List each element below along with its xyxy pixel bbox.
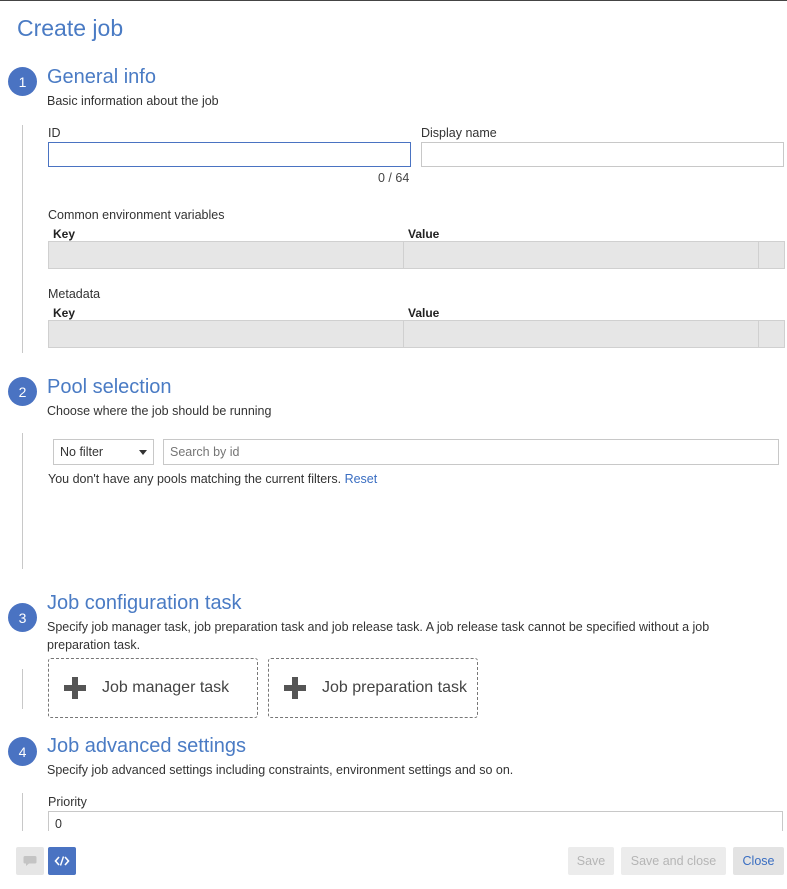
id-char-counter: 0 / 64 — [378, 171, 410, 185]
code-icon — [54, 856, 70, 866]
env-vars-table: Key Value — [48, 227, 785, 269]
save-and-close-button[interactable]: Save and close — [621, 847, 726, 875]
metadata-table: Key Value — [48, 306, 785, 348]
pool-filter-value: No filter — [60, 445, 104, 459]
metadata-value-header: Value — [408, 306, 440, 320]
add-job-preparation-task-button[interactable]: Job preparation task — [268, 658, 478, 718]
metadata-key-cell[interactable] — [49, 321, 404, 347]
step-3-description: Specify job manager task, job preparatio… — [47, 620, 710, 652]
env-vars-row — [48, 241, 785, 269]
id-label: ID — [48, 126, 61, 140]
job-preparation-task-label: Job preparation task — [322, 679, 467, 696]
step-1-line — [22, 125, 23, 353]
chevron-down-icon — [139, 449, 147, 455]
metadata-label: Metadata — [48, 287, 101, 301]
id-input[interactable] — [48, 142, 411, 167]
display-name-input[interactable] — [421, 142, 784, 167]
step-1-title: General info — [47, 66, 156, 88]
speech-bubble-icon — [23, 856, 37, 866]
plus-icon — [284, 677, 306, 699]
step-4-badge: 4 — [8, 737, 37, 766]
env-value-header: Value — [408, 227, 440, 241]
step-3-line — [22, 669, 23, 709]
add-job-manager-task-button[interactable]: Job manager task — [48, 658, 258, 718]
pool-empty-message: You don't have any pools matching the cu… — [48, 472, 377, 486]
step-2-title: Pool selection — [47, 376, 172, 398]
step-3-title: Job configuration task — [47, 592, 242, 614]
step-2-badge: 2 — [8, 377, 37, 406]
env-key-header: Key — [53, 227, 76, 241]
env-key-cell[interactable] — [49, 242, 404, 268]
pool-reset-link[interactable]: Reset — [345, 472, 378, 486]
step-4-line — [22, 793, 23, 833]
env-row-action-cell — [759, 242, 784, 268]
plus-icon — [64, 677, 86, 699]
metadata-row — [48, 320, 785, 348]
step-1-description: Basic information about the job — [47, 94, 219, 108]
pool-empty-text: You don't have any pools matching the cu… — [48, 472, 342, 486]
priority-label: Priority — [48, 795, 87, 809]
code-view-button[interactable] — [48, 847, 76, 875]
footer-bar: Save Save and close Close — [0, 831, 787, 889]
pool-filter-select[interactable]: No filter — [53, 439, 154, 465]
step-2-line — [22, 433, 23, 569]
metadata-row-action-cell — [759, 321, 784, 347]
env-value-cell[interactable] — [404, 242, 759, 268]
step-4-description: Specify job advanced settings including … — [47, 763, 514, 777]
step-3-badge: 3 — [8, 603, 37, 632]
metadata-value-cell[interactable] — [404, 321, 759, 347]
job-manager-task-label: Job manager task — [102, 679, 230, 696]
page-title: Create job — [17, 15, 124, 41]
display-name-label: Display name — [421, 126, 497, 140]
pool-search-input[interactable] — [163, 439, 779, 465]
step-2-description: Choose where the job should be running — [47, 404, 272, 418]
metadata-key-header: Key — [53, 306, 76, 320]
step-1-badge: 1 — [8, 67, 37, 96]
close-button[interactable]: Close — [733, 847, 784, 875]
env-vars-label: Common environment variables — [48, 208, 225, 222]
step-4-title: Job advanced settings — [47, 735, 247, 757]
save-button[interactable]: Save — [568, 847, 614, 875]
feedback-button[interactable] — [16, 847, 44, 875]
